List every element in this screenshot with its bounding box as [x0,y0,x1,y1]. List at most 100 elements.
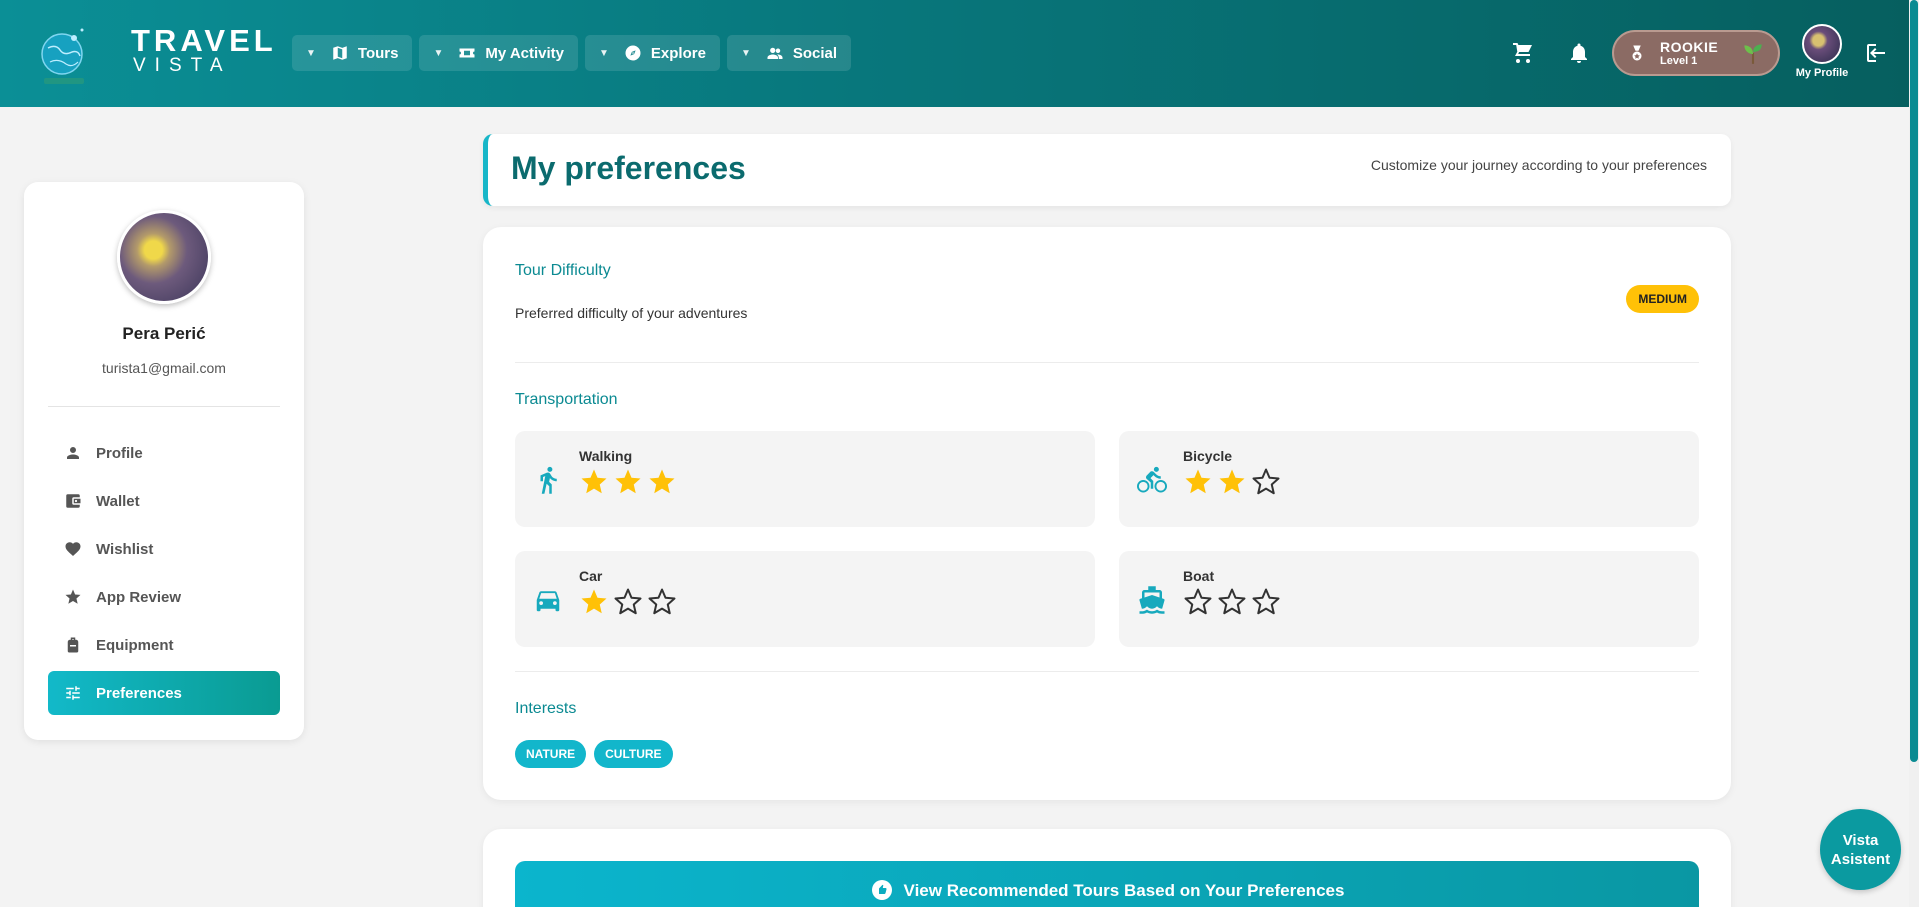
chevron-down-icon: ▼ [433,47,444,59]
assistant-label: Vista Asistent [1831,831,1890,869]
rank-text: ROOKIE Level 1 [1660,38,1719,67]
logout-icon [1867,44,1885,62]
star-empty-icon[interactable] [1251,467,1281,497]
ticket-icon [459,48,475,58]
logout-button[interactable] [1862,38,1892,68]
sidebar-item-label: Wishlist [96,540,154,558]
sidebar-item-label: Wallet [96,492,140,510]
star-filled-icon[interactable] [613,467,643,497]
vista-assistant-button[interactable]: Vista Asistent [1820,809,1901,890]
assistant-label-line-1: Vista [1842,831,1879,849]
interests-title: Interests [515,700,577,717]
difficulty-title: Tour Difficulty [515,262,611,279]
top-navigation-bar: TRAVEL VISTA ▼ Tours ▼ My Activity ▼ Exp… [0,0,1909,107]
profile-avatar [117,210,211,304]
star-empty-icon[interactable] [613,587,643,617]
user-name: Pera Perić [122,324,206,343]
sidebar-item-label: Preferences [96,684,182,702]
sliders-icon [66,686,80,700]
page-title: My preferences [511,150,746,186]
medal-icon [1632,45,1642,61]
scrollbar-thumb[interactable] [1910,0,1918,762]
nav-my-activity[interactable]: ▼ My Activity [419,35,579,71]
brand-wordmark[interactable]: TRAVEL VISTA [131,23,277,76]
transport-name: Car [579,568,603,584]
my-profile-label: My Profile [1795,67,1849,79]
thumb-up-icon [871,880,892,900]
star-empty-icon[interactable] [647,587,677,617]
sidebar-item-wishlist[interactable]: Wishlist [48,527,280,571]
star-empty-icon[interactable] [1217,587,1247,617]
transport-walking: Walking [515,431,1095,527]
my-profile-button[interactable]: My Profile [1792,24,1852,79]
person-icon [67,447,79,459]
backpack-icon [67,637,79,653]
profile-sidebar: Pera Perić turista1@gmail.com Profile Wa… [24,182,304,740]
brand-line-2: VISTA [133,55,232,76]
star-filled-icon[interactable] [579,467,609,497]
star-empty-icon[interactable] [1183,587,1213,617]
star-filled-icon[interactable] [579,587,609,617]
brand-line-1: TRAVEL [131,23,277,58]
star-filled-icon[interactable] [647,467,677,497]
star-icon [65,589,81,604]
view-recommended-tours-label: View Recommended Tours Based on Your Pre… [903,881,1345,900]
transportation-title: Transportation [515,391,618,408]
bell-icon [1571,43,1587,63]
transport-car: Car [515,551,1095,647]
nav-explore[interactable]: ▼ Explore [585,35,720,71]
page-header-card: My preferences Customize your journey ac… [483,134,1731,206]
star-filled-icon[interactable] [1183,467,1213,497]
main-nav: ▼ Tours ▼ My Activity ▼ Explore ▼ Social [292,35,852,71]
star-empty-icon[interactable] [1251,587,1281,617]
sidebar-item-wallet[interactable]: Wallet [48,479,280,523]
sidebar-item-preferences[interactable]: Preferences [48,671,280,715]
star-rating [1183,587,1281,617]
map-icon [333,46,347,60]
transport-bicycle: Bicycle [1119,431,1699,527]
interest-tag[interactable]: NATURE [515,740,587,768]
nav-tours[interactable]: ▼ Tours [292,35,413,71]
assistant-label-line-2: Asistent [1830,850,1891,868]
transport-boat: Boat [1119,551,1699,647]
nav-social[interactable]: ▼ Social [726,35,852,71]
sidebar-item-label: Equipment [96,636,174,654]
star-filled-icon[interactable] [1217,467,1247,497]
nav-social-label: Social [792,44,838,62]
sprout-icon [1744,44,1762,64]
car-icon [533,585,563,615]
cart-button[interactable] [1508,38,1538,68]
sidebar-item-label: App Review [96,588,182,606]
star-rating [579,467,677,497]
sidebar-item-equipment[interactable]: Equipment [48,623,280,667]
chevron-down-icon: ▼ [599,47,609,59]
chevron-down-icon: ▼ [306,47,316,59]
difficulty-badge[interactable]: MEDIUM [1626,285,1699,313]
cart-icon [1513,43,1532,63]
star-rating [1183,467,1281,497]
boat-icon [1137,585,1167,615]
section-divider [515,671,1699,672]
transport-name: Bicycle [1183,448,1233,464]
difficulty-description: Preferred difficulty of your adventures [515,305,748,321]
nav-tours-label: Tours [357,44,399,62]
wallet-icon [66,494,81,508]
recommendation-card: View Recommended Tours Based on Your Pre… [483,829,1731,907]
preferences-card: Tour Difficulty Preferred difficulty of … [483,227,1731,800]
compass-icon [625,45,641,61]
interest-tag[interactable]: CULTURE [594,740,673,768]
view-recommended-tours-button[interactable]: View Recommended Tours Based on Your Pre… [515,861,1699,907]
sidebar-item-label: Profile [96,444,143,462]
walking-icon [533,465,563,495]
notifications-button[interactable] [1564,38,1594,68]
nav-explore-label: Explore [650,44,706,62]
rank-badge[interactable]: ROOKIE Level 1 [1612,30,1780,76]
page-subtitle: Customize your journey according to your… [1370,157,1707,173]
sidebar-item-profile[interactable]: Profile [48,431,280,475]
rank-title: ROOKIE [1660,38,1719,55]
user-email: turista1@gmail.com [102,360,226,376]
sidebar-menu: Profile Wallet Wishlist App Review Equip… [48,431,280,719]
globe-logo-icon[interactable] [38,26,92,88]
sidebar-item-app-review[interactable]: App Review [48,575,280,619]
chevron-down-icon: ▼ [740,47,751,59]
